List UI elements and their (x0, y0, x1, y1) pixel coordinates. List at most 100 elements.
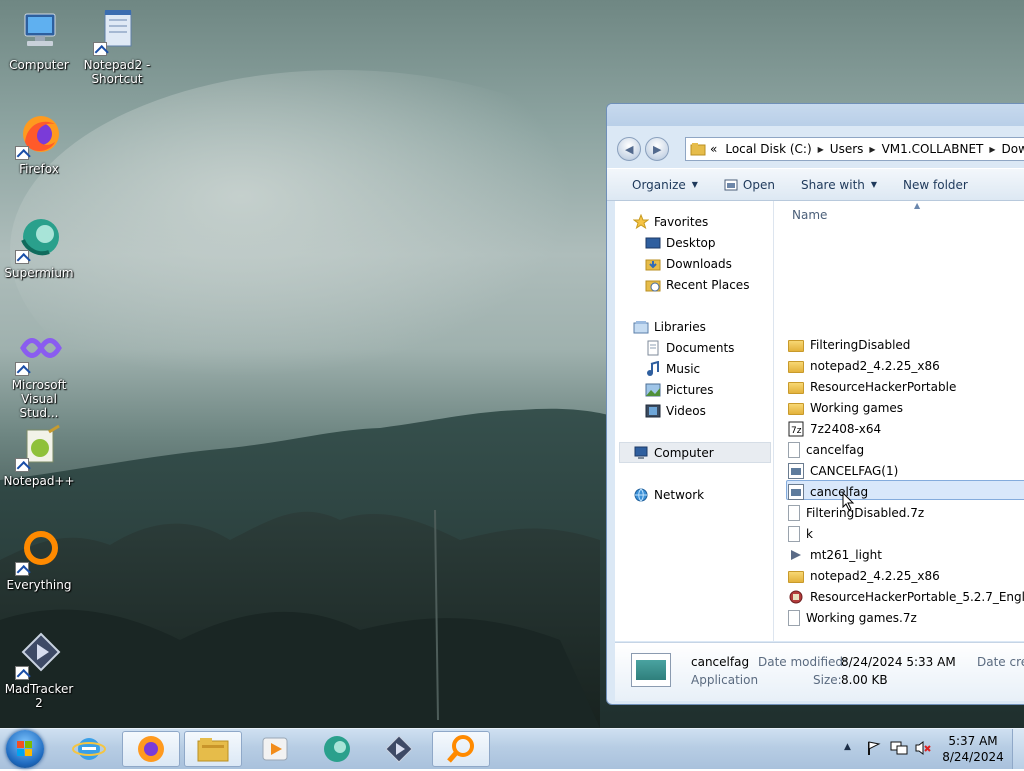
desktop-icon-notepadpp[interactable]: Notepad++ (0, 424, 78, 488)
nav-label: Videos (666, 404, 706, 418)
address-row: ◀ ▶ « Local Disk (C:) ▶ Users ▶ VM1.COLL… (613, 134, 1024, 166)
window-titlebar[interactable] (607, 104, 1024, 126)
nav-videos[interactable]: Videos (645, 401, 706, 421)
column-header-name[interactable]: Name (792, 208, 827, 222)
file-row[interactable]: mt261_light (788, 544, 1024, 565)
file-row[interactable]: Working games (788, 397, 1024, 418)
file-name: cancelfag (810, 484, 869, 499)
file-row[interactable]: notepad2_4.2.25_x86 (788, 565, 1024, 586)
nav-documents[interactable]: Documents (645, 338, 734, 358)
organize-label: Organize (632, 177, 686, 192)
nav-label: Documents (666, 341, 735, 355)
forward-button[interactable]: ▶ (645, 137, 669, 161)
breadcrumb-user-folder[interactable]: VM1.COLLABNET (882, 142, 984, 156)
file-row[interactable]: ResourceHackerPortable_5.2.7_English.p (788, 586, 1024, 607)
breadcrumb-separator-icon[interactable]: ▶ (989, 145, 995, 154)
media-player-icon (262, 737, 288, 761)
desktop-icon-visual-studio[interactable]: Microsoft Visual Stud... (0, 328, 78, 420)
explorer-window[interactable]: ◀ ▶ « Local Disk (C:) ▶ Users ▶ VM1.COLL… (606, 103, 1024, 705)
taskbar-madtracker[interactable] (370, 731, 428, 767)
shortcut-arrow-icon (15, 362, 29, 376)
shortcut-arrow-icon (15, 458, 29, 472)
file-row[interactable]: FilteringDisabled (788, 334, 1024, 355)
breadcrumb-overflow[interactable]: « (710, 142, 717, 156)
taskbar-firefox[interactable] (122, 731, 180, 767)
details-date-modified-label: Date modified: (758, 655, 848, 669)
taskbar-clock[interactable]: 5:37 AM 8/24/2024 (938, 733, 1008, 765)
file-row[interactable]: 7z 7z2408-x64 (788, 418, 1024, 439)
file-list-pane: Name ▲ FilteringDisabled notepad2_4.2.25… (773, 201, 1024, 641)
file-name: k (806, 526, 813, 541)
address-bar[interactable]: « Local Disk (C:) ▶ Users ▶ VM1.COLLABNE… (685, 137, 1024, 161)
file-row[interactable]: k (788, 523, 1024, 544)
taskbar-internet-explorer[interactable] (60, 731, 118, 767)
nav-music[interactable]: Music (645, 359, 700, 379)
7zip-icon: 7z (788, 421, 804, 437)
breadcrumb-separator-icon[interactable]: ▶ (869, 145, 875, 154)
start-button[interactable] (6, 730, 44, 768)
clock-date: 8/24/2024 (942, 750, 1004, 764)
clock-time: 5:37 AM (948, 734, 998, 748)
file-name: FilteringDisabled (810, 337, 911, 352)
desktop-icon-firefox[interactable]: Firefox (0, 112, 78, 176)
desktop-icon-computer[interactable]: Computer (0, 8, 78, 72)
desktop-icon-notepad2[interactable]: Notepad2 - Shortcut (78, 8, 156, 86)
taskbar-supermium[interactable] (308, 731, 366, 767)
open-button[interactable]: Open (711, 169, 788, 200)
file-row[interactable]: CANCELFAG(1) (788, 460, 1024, 481)
nav-downloads[interactable]: Downloads (645, 254, 732, 274)
file-row-selected[interactable]: cancelfag (788, 481, 1024, 502)
file-name: notepad2_4.2.25_x86 (810, 568, 940, 583)
nav-favorites[interactable]: Favorites (632, 212, 709, 232)
show-desktop-button[interactable] (1012, 729, 1024, 769)
breadcrumb-local-disk[interactable]: Local Disk (C:) (725, 142, 811, 156)
mouse-cursor-icon (842, 492, 855, 511)
desktop-icon-supermium[interactable]: Supermium (0, 216, 78, 280)
breadcrumb-users[interactable]: Users (830, 142, 864, 156)
recent-places-icon (645, 277, 661, 293)
volume-muted-icon[interactable] (914, 740, 932, 756)
network-status-icon[interactable] (890, 740, 908, 756)
desktop-icon-madtracker[interactable]: MadTracker 2 (0, 632, 78, 710)
desktop-icon-everything[interactable]: Everything (0, 528, 78, 592)
back-arrow-icon: ◀ (625, 143, 634, 156)
nav-label: Music (666, 362, 701, 376)
file-name: FilteringDisabled.7z (806, 505, 925, 520)
breadcrumb-downloads[interactable]: Downl (1002, 142, 1024, 156)
share-with-button[interactable]: Share with ▼ (788, 169, 890, 200)
document-icon (788, 609, 800, 626)
computer-icon (633, 445, 649, 461)
nav-desktop[interactable]: Desktop (645, 233, 716, 253)
new-folder-label: New folder (903, 177, 968, 192)
chevron-down-icon: ▼ (691, 180, 698, 189)
nav-network[interactable]: Network (633, 485, 704, 505)
nav-label: Favorites (654, 215, 709, 229)
file-name: ResourceHackerPortable_5.2.7_English.p (810, 589, 1024, 604)
file-row[interactable]: ResourceHackerPortable (788, 376, 1024, 397)
action-center-flag-icon[interactable] (866, 740, 882, 756)
supermium-icon (15, 216, 63, 264)
tray-show-hidden-icon[interactable]: ▲ (844, 742, 851, 752)
file-row[interactable]: FilteringDisabled.7z (788, 502, 1024, 523)
desktop-icon-label: Microsoft Visual Stud... (11, 378, 67, 420)
taskbar-media-player[interactable] (246, 731, 304, 767)
back-button[interactable]: ◀ (617, 137, 641, 161)
taskbar-file-explorer[interactable] (184, 731, 242, 767)
folder-icon (788, 382, 804, 394)
breadcrumb-separator-icon[interactable]: ▶ (818, 145, 824, 154)
taskbar-everything[interactable] (432, 731, 490, 767)
file-row[interactable]: Working games.7z (788, 607, 1024, 628)
file-row[interactable]: notepad2_4.2.25_x86 (788, 355, 1024, 376)
nav-pictures[interactable]: Pictures (645, 380, 714, 400)
file-row[interactable]: cancelfag (788, 439, 1024, 460)
folder-icon (788, 340, 804, 352)
new-folder-button[interactable]: New folder (890, 169, 981, 200)
organize-button[interactable]: Organize ▼ (607, 169, 711, 200)
shortcut-arrow-icon (15, 250, 29, 264)
documents-icon (645, 340, 661, 356)
nav-recent-places[interactable]: Recent Places (645, 275, 749, 295)
details-size: 8.00 KB (841, 673, 888, 687)
libraries-icon (633, 319, 649, 335)
nav-computer[interactable]: Computer (633, 443, 714, 463)
nav-libraries[interactable]: Libraries (633, 317, 706, 337)
